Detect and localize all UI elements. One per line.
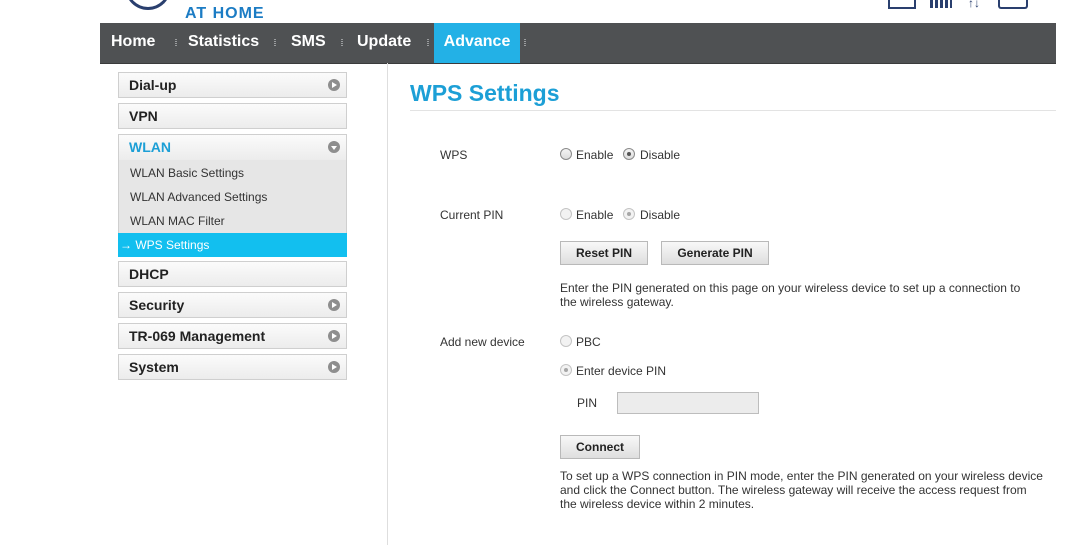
nav-advance[interactable]: Advance (434, 23, 520, 63)
brand-logo-text: AT HOME (185, 5, 265, 22)
pin-field-label: PIN (577, 396, 598, 410)
nav-separator (274, 39, 276, 47)
title-divider (410, 110, 1056, 111)
chevron-right-icon (328, 79, 340, 91)
signal-icon (930, 0, 952, 8)
current-pin-enable-label[interactable]: Enable (576, 208, 613, 222)
nav-separator (524, 39, 526, 47)
current-pin-disable-label[interactable]: Disable (640, 208, 680, 222)
nav-separator (341, 39, 343, 47)
sidebar-item-label: WLAN (129, 139, 171, 155)
chevron-right-icon (328, 299, 340, 311)
current-pin-enable-radio[interactable] (560, 208, 572, 220)
sidebar-item-label: Dial-up (129, 77, 177, 93)
sidebar-item-system[interactable]: System (118, 354, 347, 380)
mail-icon[interactable] (888, 0, 916, 9)
sidebar-item-label: VPN (129, 108, 158, 124)
sidebar-item-dhcp[interactable]: DHCP (118, 261, 347, 287)
main-nav: Home Statistics SMS Update Advance (100, 23, 1056, 64)
sidebar-item-dialup[interactable]: Dial-up (118, 72, 347, 98)
wps-disable-radio[interactable] (623, 148, 635, 160)
sidebar-item-wlan[interactable]: WLAN (118, 134, 347, 160)
sidebar-item-vpn[interactable]: VPN (118, 103, 347, 129)
add-device-label: Add new device (440, 335, 525, 349)
sidebar-subitem-wlan-basic[interactable]: WLAN Basic Settings (118, 161, 347, 185)
sidebar-item-label: System (129, 359, 179, 375)
sidebar-item-label: DHCP (129, 266, 169, 282)
enter-device-pin-radio[interactable] (560, 364, 572, 376)
sidebar-item-security[interactable]: Security (118, 292, 347, 318)
sidebar-item-label: TR-069 Management (129, 328, 266, 344)
connect-button[interactable]: Connect (560, 435, 640, 459)
device-pin-input[interactable] (617, 392, 759, 414)
nav-update[interactable]: Update (357, 23, 411, 63)
reset-pin-button[interactable]: Reset PIN (560, 241, 648, 265)
wps-disable-label[interactable]: Disable (640, 148, 680, 162)
sidebar-item-label: Security (129, 297, 185, 313)
wps-enable-label[interactable]: Enable (576, 148, 613, 162)
updown-arrows-icon: ↑↓ (968, 0, 980, 10)
pin-help-text: Enter the PIN generated on this page on … (560, 281, 1021, 309)
page-title: WPS Settings (410, 80, 560, 106)
content-divider (387, 63, 388, 545)
nav-sms[interactable]: SMS (291, 23, 326, 63)
monitor-icon (998, 0, 1028, 9)
nav-statistics[interactable]: Statistics (188, 23, 259, 63)
sidebar-item-tr069[interactable]: TR-069 Management (118, 323, 347, 349)
nav-separator (175, 39, 177, 47)
pbc-label[interactable]: PBC (576, 335, 601, 349)
connect-help-text: To set up a WPS connection in PIN mode, … (560, 469, 1043, 511)
nav-home[interactable]: Home (111, 23, 155, 63)
sidebar-subitem-wlan-advanced[interactable]: WLAN Advanced Settings (118, 185, 347, 209)
nav-separator (427, 39, 429, 47)
chevron-right-icon (328, 361, 340, 373)
current-pin-disable-radio[interactable] (623, 208, 635, 220)
current-pin-label: Current PIN (440, 208, 504, 222)
pbc-radio[interactable] (560, 335, 572, 347)
brand-logo-icon (125, 0, 171, 10)
chevron-right-icon (328, 330, 340, 342)
enter-device-pin-label[interactable]: Enter device PIN (576, 364, 666, 378)
sidebar-subitem-wlan-mac-filter[interactable]: WLAN MAC Filter (118, 209, 347, 233)
sidebar-subitem-wps-settings[interactable]: → WPS Settings (118, 233, 347, 257)
generate-pin-button[interactable]: Generate PIN (661, 241, 769, 265)
wps-label: WPS (440, 148, 468, 162)
wps-enable-radio[interactable] (560, 148, 572, 160)
chevron-down-icon (328, 141, 340, 153)
